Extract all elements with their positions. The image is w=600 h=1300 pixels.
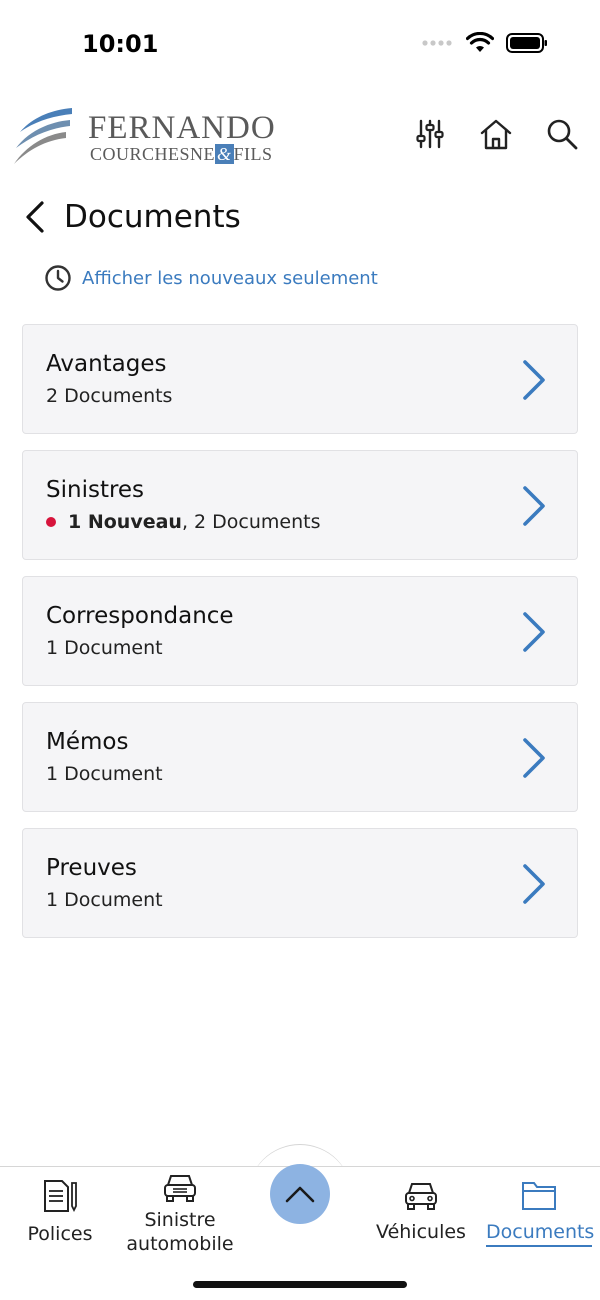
category-count-text: 1 Document	[46, 637, 163, 659]
tab-label: Véhicules	[376, 1221, 466, 1243]
tab-label: Polices	[27, 1223, 93, 1245]
filter-button[interactable]	[412, 114, 448, 154]
logo-swoosh-icon	[14, 108, 72, 164]
show-new-only-link[interactable]: Afficher les nouveaux seulement	[44, 264, 378, 292]
document-pencil-icon	[44, 1180, 77, 1213]
category-count: 1 Nouveau, 2 Documents	[46, 511, 320, 533]
tab-label: Documents	[486, 1220, 594, 1247]
category-title: Avantages	[46, 351, 167, 377]
new-indicator-dot	[46, 517, 56, 527]
tab-sinistre-automobile[interactable]: Sinistre automobile	[118, 1171, 242, 1256]
category-card-memos[interactable]: Mémos 1 Document	[22, 702, 578, 812]
search-button[interactable]	[544, 114, 580, 154]
logo-text-line2: COURCHESNE & FILS	[90, 144, 273, 165]
category-card-sinistres[interactable]: Sinistres 1 Nouveau, 2 Documents	[22, 450, 578, 560]
title-row: Documents	[24, 192, 241, 242]
app-header: FERNANDO COURCHESNE & FILS	[0, 96, 600, 176]
new-count-label: 1 Nouveau	[68, 511, 182, 533]
category-count: 1 Document	[46, 637, 163, 659]
expand-menu-button[interactable]	[270, 1164, 330, 1224]
category-count: 1 Document	[46, 889, 163, 911]
logo-text-fils: FILS	[233, 144, 273, 164]
category-title: Mémos	[46, 729, 129, 755]
tab-documents[interactable]: Documents	[486, 1179, 594, 1247]
car-claim-icon	[164, 1175, 196, 1202]
chevron-right-icon	[523, 738, 545, 778]
chevron-up-icon	[285, 1186, 315, 1203]
chevron-right-icon	[523, 360, 545, 400]
category-count-text: 1 Document	[46, 763, 163, 785]
company-logo[interactable]: FERNANDO COURCHESNE & FILS	[10, 102, 310, 168]
show-new-only-label: Afficher les nouveaux seulement	[82, 267, 378, 289]
back-chevron-icon[interactable]	[24, 200, 46, 234]
status-bar: 10:01	[0, 0, 600, 90]
category-count-text: , 2 Documents	[181, 511, 321, 533]
header-actions	[412, 114, 580, 154]
sliders-icon	[416, 119, 444, 149]
folder-icon	[522, 1182, 556, 1210]
chevron-right-icon	[523, 612, 545, 652]
clock-icon	[45, 265, 71, 291]
category-count: 2 Documents	[46, 385, 172, 407]
logo-text-line1: FERNANDO	[88, 110, 276, 146]
category-card-avantages[interactable]: Avantages 2 Documents	[22, 324, 578, 434]
tab-vehicules[interactable]: Véhicules	[376, 1179, 466, 1244]
category-count: 1 Document	[46, 763, 163, 785]
category-title: Preuves	[46, 855, 137, 881]
home-indicator	[193, 1281, 407, 1288]
tab-polices[interactable]: Polices	[22, 1179, 98, 1246]
wifi-icon	[466, 32, 494, 52]
search-icon	[547, 119, 578, 150]
status-time: 10:01	[82, 30, 159, 58]
logo-text-amp: &	[215, 144, 234, 164]
category-card-preuves[interactable]: Preuves 1 Document	[22, 828, 578, 938]
document-category-list: Avantages 2 Documents Sinistres 1 Nouvea…	[22, 324, 578, 954]
category-card-correspondance[interactable]: Correspondance 1 Document	[22, 576, 578, 686]
category-title: Correspondance	[46, 603, 234, 629]
car-icon	[405, 1183, 437, 1210]
page-title: Documents	[64, 199, 241, 235]
chevron-right-icon	[523, 864, 545, 904]
logo-text-courchesne: COURCHESNE	[90, 144, 216, 164]
battery-icon	[506, 33, 547, 53]
home-icon	[480, 119, 512, 150]
category-count-text: 1 Document	[46, 889, 163, 911]
status-icons	[422, 32, 548, 54]
category-count-text: 2 Documents	[46, 385, 173, 407]
chevron-right-icon	[523, 486, 545, 526]
category-title: Sinistres	[46, 477, 145, 503]
signal-icon	[422, 40, 452, 46]
tab-label: Sinistre automobile	[126, 1209, 234, 1255]
home-button[interactable]	[478, 114, 514, 154]
